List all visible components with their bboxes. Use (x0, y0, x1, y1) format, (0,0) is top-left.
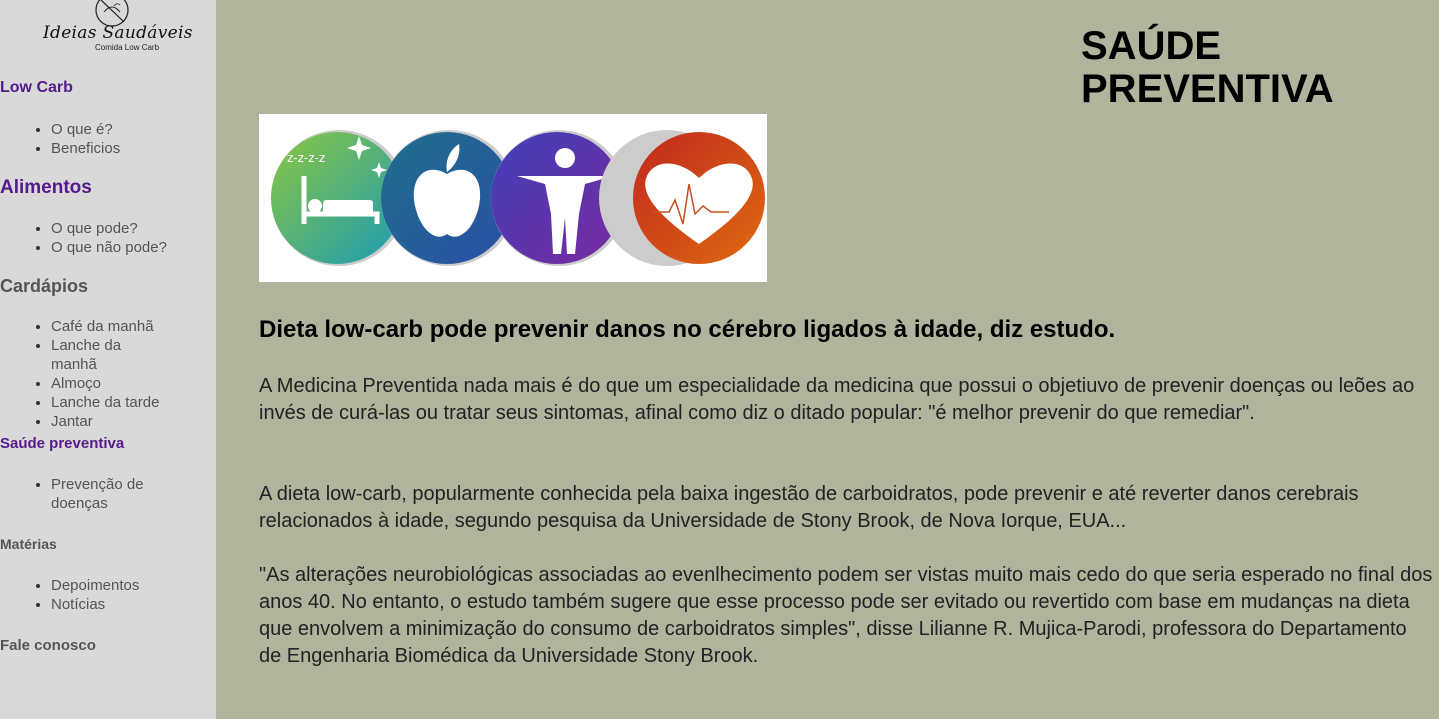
logo-tagline: Comida Low Carb (95, 43, 160, 52)
nav-item-o-que-pode[interactable]: O que pode? (51, 219, 171, 238)
nav-heading-materias[interactable]: Matérias (0, 536, 57, 552)
nav-item-lanche-da-manha[interactable]: Lanche da manhã (51, 336, 171, 374)
nav-heading-low-carb[interactable]: Low Carb (0, 79, 73, 97)
nav-link-materias[interactable]: Matérias (0, 536, 57, 552)
nav-item-depoimentos[interactable]: Depoimentos (51, 576, 171, 595)
nav-item-beneficios[interactable]: Beneficios (51, 139, 171, 158)
nav-list-alimentos: O que pode? O que não pode? (0, 219, 171, 257)
nav-link-alimentos[interactable]: Alimentos (0, 177, 92, 198)
article-paragraph-2: A dieta low-carb, popularmente conhecida… (259, 483, 1359, 532)
nav-list-saude-preventiva: Prevenção de doenças (0, 475, 171, 513)
nav-item-o-que-nao-pode[interactable]: O que não pode? (51, 238, 171, 257)
nav-heading-cardapios[interactable]: Cardápios (0, 276, 88, 297)
nav-link-cardapios[interactable]: Cardápios (0, 276, 88, 296)
nav-heading-fale-conosco[interactable]: Fale conosco (0, 637, 96, 654)
svg-text:z-z-z-z: z-z-z-z (287, 151, 325, 165)
nav-item-lanche-da-tarde[interactable]: Lanche da tarde (51, 393, 171, 412)
main-content: SAÚDE PREVENTIVA z-z-z-z Dieta low-carb … (216, 0, 1439, 719)
article-paragraph-1: A Medicina Preventida nada mais é do que… (259, 375, 1415, 424)
hero-image: z-z-z-z (259, 114, 767, 282)
nav-item-almoco[interactable]: Almoço (51, 374, 171, 393)
nav-list-cardapios: Café da manhã Lanche da manhã Almoço Lan… (0, 317, 171, 431)
page-title-line1: SAÚDE (1081, 24, 1222, 68)
nav-list-materias: Depoimentos Notícias (0, 576, 171, 614)
nav-link-fale-conosco[interactable]: Fale conosco (0, 637, 96, 654)
nav-item-prevencao-de-doencas[interactable]: Prevenção de doenças (51, 475, 171, 513)
nav-link-saude-preventiva[interactable]: Saúde preventiva (0, 435, 124, 452)
nav-heading-saude-preventiva[interactable]: Saúde preventiva (0, 435, 124, 452)
nav-link-low-carb[interactable]: Low Carb (0, 79, 73, 96)
nav-heading-alimentos[interactable]: Alimentos (0, 177, 92, 199)
nav-item-cafe-da-manha[interactable]: Café da manhã (51, 317, 171, 336)
nav-list-low-carb: O que é? Beneficios (0, 120, 171, 158)
page-title-line2: PREVENTIVA (1081, 67, 1334, 111)
sidebar: Ideias Saudáveis Comida Low Carb Low Car… (0, 0, 216, 719)
logo[interactable]: Ideias Saudáveis Comida Low Carb (40, 0, 192, 55)
article-heading: Dieta low-carb pode prevenir danos no cé… (259, 316, 1116, 343)
page-title: SAÚDE PREVENTIVA (1081, 25, 1334, 111)
nav-item-jantar[interactable]: Jantar (51, 412, 171, 431)
heart-icon (599, 130, 765, 266)
nav-item-noticias[interactable]: Notícias (51, 595, 171, 614)
logo-brand: Ideias Saudáveis (43, 23, 193, 43)
article-paragraph-3: "As alterações neurobiológicas associada… (259, 564, 1433, 667)
nav-item-o-que-e[interactable]: O que é? (51, 120, 171, 139)
